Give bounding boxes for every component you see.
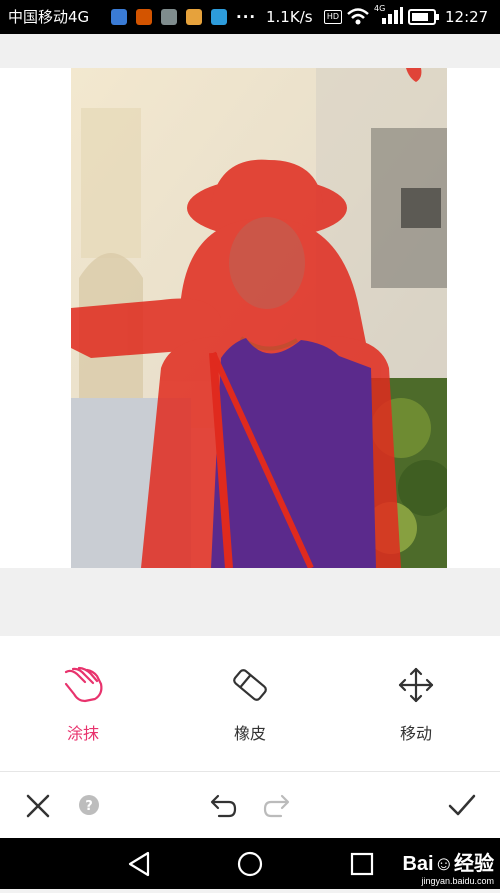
eraser-icon [233,669,267,701]
hand-smear-icon [64,666,103,703]
home-circle-icon [237,851,263,877]
battery-icon [408,9,439,25]
nav-bar: Bai☺经验 jingyan.baidu.com [0,838,500,889]
hd-badge: HD [324,10,342,24]
more-notifications: ··· [236,8,257,26]
close-icon [26,794,50,818]
back-button[interactable] [122,838,158,889]
telegram-icon [211,9,227,25]
network-label: 4G [374,4,385,13]
app-icon [186,9,202,25]
tool-eraser-label: 橡皮 [233,724,266,743]
tool-smear-label: 涂抹 [66,724,99,743]
signal-icon: 4G [374,4,403,24]
recents-square-icon [350,852,374,876]
canvas-bottom-spacer [0,568,500,636]
redo-icon [263,794,290,818]
tool-smear[interactable]: 涂抹 [13,636,153,771]
help-label: ? [85,799,93,814]
confirm-button[interactable] [440,772,484,838]
recents-button[interactable] [344,838,380,889]
check-icon [448,794,476,816]
action-bar: ? [0,772,500,838]
move-arrows-icon [398,667,434,703]
close-button[interactable] [16,772,60,838]
photo-with-smear-mask[interactable] [71,68,447,568]
weibo-icon [111,9,127,25]
tool-move-label: 移动 [399,724,432,743]
watermark: Bai☺经验 jingyan.baidu.com [402,852,494,887]
tool-eraser[interactable]: 橡皮 [180,636,320,771]
app-icon [136,9,152,25]
help-icon: ? [79,795,99,815]
status-bar: 中国移动4G ··· 1.1K/s HD 4G 12:27 [0,0,500,34]
redo-button[interactable] [257,772,301,838]
undo-button[interactable] [199,772,243,838]
top-spacer [0,34,500,68]
carrier-label: 中国移动4G [8,8,90,26]
wifi-icon [347,8,369,25]
tool-move[interactable]: 移动 [346,636,486,771]
clock: 12:27 [445,8,489,26]
back-triangle-icon [128,851,150,877]
edit-canvas[interactable] [0,68,500,568]
tool-panel: 涂抹 橡皮 移动 [0,636,500,772]
watermark-brand: Bai☺经验 [402,853,494,875]
help-button[interactable]: ? [67,772,111,838]
home-button[interactable] [232,838,268,889]
watermark-url: jingyan.baidu.com [421,876,494,886]
undo-icon [210,794,237,818]
image-icon [161,9,177,25]
net-speed: 1.1K/s [266,8,313,26]
